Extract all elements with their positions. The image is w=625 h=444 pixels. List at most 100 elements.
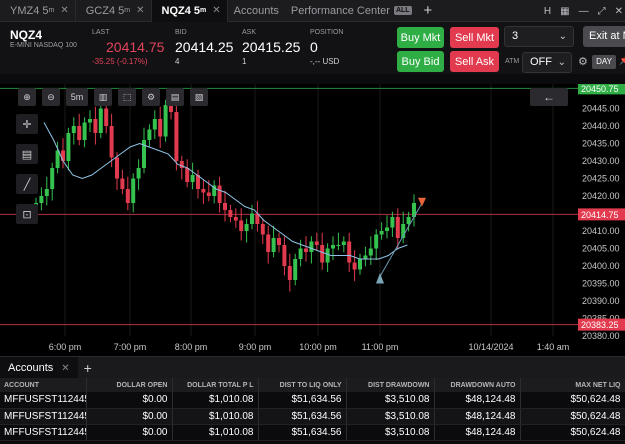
close-icon[interactable]: ✕ [60,5,68,16]
account-cell: MFFUSFST112445067 [0,424,87,441]
column-header[interactable]: DOLLAR OPEN [86,378,173,392]
maximize-icon[interactable]: ⤢ [598,6,606,17]
accounts-table: ACCOUNT DOLLAR OPEN DOLLAR TOTAL P L DIS… [0,378,625,441]
symbol[interactable]: NQZ4 [10,28,42,42]
tab-accounts-panel[interactable]: Accounts ✕ [0,356,78,379]
tab-gcz4[interactable]: GCZ4 5 m ✕ [76,0,152,22]
pin-icon[interactable]: 📌 [619,55,625,66]
candle-body [104,108,109,126]
candle-body [336,245,341,246]
add-tab-icon[interactable]: + [78,360,98,376]
tab-label: NQZ4 5 [161,4,201,17]
tab-nqz4[interactable]: NQZ4 5 m ✕ [151,0,228,22]
candle-body [368,248,373,256]
crosshair-icon[interactable]: ⬚ [118,88,136,106]
ask-price: 20415.25 [242,39,301,55]
dollar-total-pl-cell: $1,010.08 [172,392,259,409]
column-header[interactable]: DIST TO LIQ ONLY [258,378,347,392]
atm-label: ATM [505,58,520,65]
tab-performance-center[interactable]: Performance Center ALL [285,0,418,22]
table-row[interactable]: MFFUSFST112445067 $0.00 $1,010.08 $51,63… [0,424,625,441]
atm-select[interactable]: OFF ⌄ [522,52,572,73]
tab-accounts[interactable]: Accounts [228,0,285,22]
candle-body [169,105,173,112]
column-header[interactable]: ACCOUNT [0,378,87,392]
exit-at-mkt-button[interactable]: Exit at Mkt [583,26,625,47]
price-label: 20414.75 [581,210,619,220]
tab-label: YMZ4 5 [10,4,49,17]
candle-body [374,234,379,249]
price-label: 20450.75 [581,84,619,94]
chart-canvas[interactable]: 20445.00 20440.00 20435.00 20430.00 20425.00… [0,82,625,356]
column-header[interactable]: MAX NET LIQ [520,378,625,392]
y-tick-label: 20430.00 [582,156,620,166]
candle-body [233,217,238,221]
x-tick-label: 8:00 pm [175,342,208,352]
y-tick-label: 20405.00 [582,244,620,254]
chevron-down-icon: ⌄ [557,57,566,68]
line-tool-icon[interactable]: ╱ [16,174,38,194]
sell-mkt-button[interactable]: Sell Mkt [450,27,499,48]
price-label: 20383.25 [581,320,619,330]
candle-body [293,259,298,280]
minimize-icon[interactable]: — [579,6,589,17]
account-cell: MFFUSFST112445066 [0,408,87,425]
table-row[interactable]: MFFUSFST112445066 $0.00 $1,010.08 $51,63… [0,408,625,425]
tab-ymz4[interactable]: YMZ4 5 m ✕ [0,0,76,22]
buy-bid-button[interactable]: Buy Bid [397,51,444,72]
day-badge[interactable]: DAY [592,55,616,69]
y-tick-label: 20380.00 [582,331,620,341]
quantity-select[interactable]: 3 ⌄ [504,26,574,47]
add-tab-icon[interactable]: + [418,2,439,19]
dollar-total-pl-cell: $1,010.08 [172,408,259,425]
moving-average-line [43,122,408,260]
x-tick-label: 9:00 pm [239,342,272,352]
chart-style-icon[interactable]: ▤ [166,88,184,106]
candle-body [190,175,195,182]
candle-body [136,168,141,179]
trend-marker-top [418,197,426,207]
grid-icon[interactable]: ▦ [560,6,569,17]
lock-tool-icon[interactable]: ⊡ [16,204,38,224]
candle-body [239,220,244,231]
column-header[interactable]: DRAWDOWN AUTO [434,378,521,392]
zoom-out-icon[interactable]: ⊖ [42,88,60,106]
candle-body [115,157,119,179]
dist-to-liq-cell: $51,634.56 [258,408,347,425]
notes-tool-icon[interactable]: ▤ [16,144,38,164]
x-tick-label: 10/14/2024 [468,342,513,352]
close-icon[interactable]: ✕ [615,6,623,17]
table-row[interactable]: MFFUSFST112445065 $0.00 $1,010.08 $51,63… [0,392,625,409]
back-arrow-icon[interactable]: ← [530,88,568,106]
account-cell: MFFUSFST112445065 [0,392,87,409]
crosshair-tool-icon[interactable]: ✛ [16,114,38,134]
candle-body [77,126,82,140]
candle-body [206,192,211,196]
dist-to-liq-cell: $51,634.56 [258,424,347,441]
chevron-down-icon: ⌄ [558,31,567,42]
settings-icon[interactable]: ⚙ [142,88,160,106]
candle-body [304,248,308,252]
zoom-in-icon[interactable]: ⊕ [18,88,36,106]
y-tick-label: 20425.00 [582,174,620,184]
column-header[interactable]: DOLLAR TOTAL P L [172,378,259,392]
position-usd: -,-- USD [310,57,340,66]
gear-icon[interactable]: ⚙ [578,55,588,68]
candle-type-icon[interactable]: ▥ [94,88,112,106]
price-chart[interactable]: ⊕ ⊖ 5m ▥ ⬚ ⚙ ▤ ▧ ✛ ▤ ╱ ⊡ ← 20445.00 20440… [0,82,625,356]
buy-mkt-button[interactable]: Buy Mkt [397,27,444,48]
help-icon[interactable]: H [544,6,551,17]
trend-marker-bottom [376,273,384,284]
sell-ask-button[interactable]: Sell Ask [450,51,499,72]
close-icon[interactable]: ✕ [212,5,220,16]
position-label: POSITION [310,29,344,36]
column-header[interactable]: DIST DRAWDOWN [346,378,435,392]
interval-button[interactable]: 5m [66,88,88,106]
close-icon[interactable]: ✕ [136,5,144,16]
close-icon[interactable]: ✕ [61,363,69,374]
candle-body [395,217,400,238]
candle-body [390,217,395,228]
quantity-value: 3 [512,30,519,42]
candle-body [250,213,254,224]
template-icon[interactable]: ▧ [190,88,208,106]
